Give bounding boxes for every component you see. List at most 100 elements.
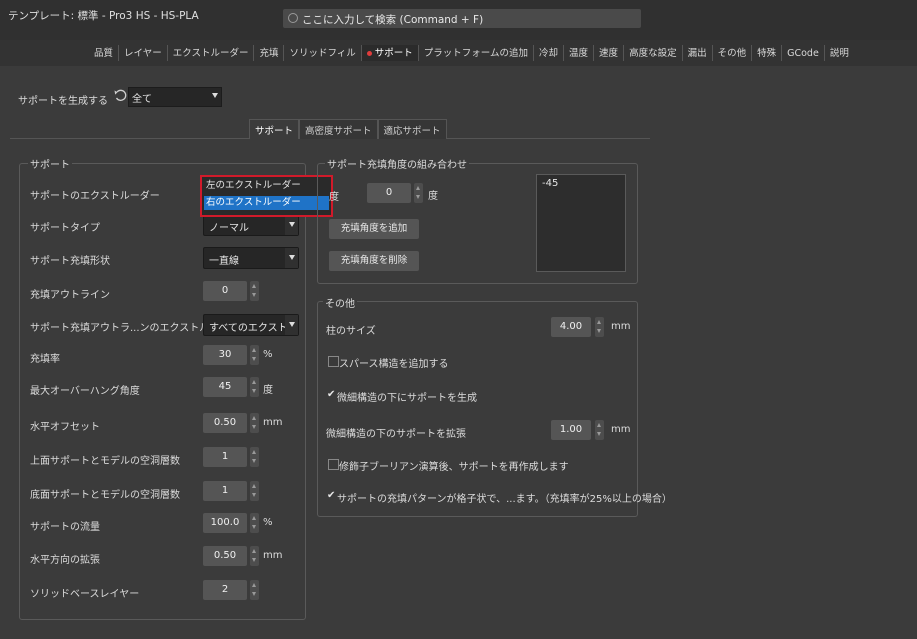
tab-5[interactable]: サポート bbox=[360, 45, 418, 61]
tab-10[interactable]: 高度な設定 bbox=[623, 45, 682, 61]
pillar-size-label: 柱のサイズ bbox=[326, 326, 376, 337]
dropdown-button[interactable] bbox=[285, 215, 298, 235]
tab-11[interactable]: 漏出 bbox=[681, 45, 712, 61]
stepper-icon[interactable] bbox=[250, 413, 259, 433]
angle-spin[interactable]: 0 度 bbox=[367, 183, 457, 203]
spin-value[interactable]: 100.0 bbox=[203, 513, 247, 533]
spin-value[interactable]: 2 bbox=[203, 580, 247, 600]
support-row-spin[interactable]: 1 bbox=[203, 481, 303, 501]
sparse-label: スパース構造を追加する bbox=[339, 359, 449, 370]
spin-value[interactable]: 1 bbox=[203, 481, 247, 501]
support-row-dropdown[interactable]: すべてのエクストルーダー bbox=[203, 314, 299, 336]
extend-value[interactable]: 1.00 bbox=[551, 420, 591, 440]
support-row-spin[interactable]: 0 bbox=[203, 281, 303, 301]
support-row-label: サポートの流量 bbox=[30, 522, 100, 533]
stepper-icon[interactable] bbox=[250, 546, 259, 566]
tab-12[interactable]: その他 bbox=[711, 45, 752, 61]
support-row-spin[interactable]: 45 度 bbox=[203, 377, 303, 397]
template-title: テンプレート: 標準 - Pro3 HS - HS-PLA bbox=[8, 10, 199, 22]
tab-label: 説明 bbox=[829, 48, 849, 59]
pillar-size-spin[interactable]: 4.00 mm bbox=[551, 317, 631, 337]
boolean-checkbox[interactable] bbox=[328, 459, 339, 470]
stepper-icon[interactable] bbox=[250, 481, 259, 501]
spin-value[interactable]: 30 bbox=[203, 345, 247, 365]
spin-unit: % bbox=[263, 517, 273, 528]
tab-15[interactable]: 説明 bbox=[823, 45, 854, 61]
sub-tabs: サポート 高密度サポート 適応サポート bbox=[249, 119, 447, 139]
pillar-size-value[interactable]: 4.00 bbox=[551, 317, 591, 337]
tab-14[interactable]: GCode bbox=[781, 45, 824, 61]
add-angle-button[interactable]: 充填角度を追加 bbox=[329, 219, 419, 239]
support-row-spin[interactable]: 30% bbox=[203, 345, 303, 365]
tab-1[interactable]: レイヤー bbox=[118, 45, 167, 61]
chevron-down-icon bbox=[289, 255, 295, 260]
extend-spin[interactable]: 1.00 mm bbox=[551, 420, 631, 440]
extruder-option[interactable]: 左のエクストルーダー bbox=[204, 179, 329, 193]
spin-value[interactable]: 0.50 bbox=[203, 413, 247, 433]
spin-value[interactable]: 0 bbox=[203, 281, 247, 301]
remove-angle-button[interactable]: 充填角度を削除 bbox=[329, 251, 419, 271]
support-group-title: サポート bbox=[28, 156, 72, 171]
spin-value[interactable]: 0.50 bbox=[203, 546, 247, 566]
grid-label: サポートの充填パターンが格子状で、...ます。（充填率が25%以上の場合） bbox=[337, 494, 672, 505]
stepper-icon[interactable] bbox=[250, 580, 259, 600]
angle-value[interactable]: 0 bbox=[367, 183, 411, 203]
main-tabs: 品質 レイヤー エクストルーダー 充填 ソリッドフィル サポート プラットフォームの追加 冷却… bbox=[89, 45, 854, 61]
dropdown-button[interactable] bbox=[285, 315, 298, 335]
sparse-checkbox[interactable] bbox=[328, 356, 339, 367]
tab-7[interactable]: 冷却 bbox=[533, 45, 563, 61]
generate-support-select[interactable]: 全て bbox=[128, 87, 222, 107]
tab-13[interactable]: 特殊 bbox=[751, 45, 781, 61]
spin-value[interactable]: 45 bbox=[203, 377, 247, 397]
stepper-icon[interactable] bbox=[250, 447, 259, 467]
generate-support-value: 全て bbox=[132, 94, 152, 105]
spin-value[interactable]: 1 bbox=[203, 447, 247, 467]
tab-6[interactable]: プラットフォームの追加 bbox=[417, 45, 533, 61]
subtab-0[interactable]: サポート bbox=[249, 119, 300, 139]
tab-label: 速度 bbox=[599, 48, 619, 59]
undo-icon[interactable] bbox=[113, 88, 127, 102]
tab-3[interactable]: 充填 bbox=[253, 45, 283, 61]
stepper-icon[interactable] bbox=[250, 281, 259, 301]
extruder-popup[interactable]: 左のエクストルーダー 右のエクストルーダー bbox=[200, 175, 333, 217]
support-row-spin[interactable]: 1 bbox=[203, 447, 303, 467]
dropdown-value: ノーマル bbox=[209, 223, 249, 234]
subtab-1[interactable]: 高密度サポート bbox=[299, 119, 378, 139]
support-row-label: ソリッドベースレイヤー bbox=[30, 589, 140, 600]
stepper-icon[interactable] bbox=[250, 513, 259, 533]
support-row-label: 上面サポートとモデルの空洞層数 bbox=[30, 456, 180, 467]
angle-stepper-icon[interactable] bbox=[414, 183, 423, 203]
search-field[interactable]: ここに入力して検索 (Command + F) bbox=[283, 9, 641, 28]
tab-0[interactable]: 品質 bbox=[89, 45, 118, 61]
support-row-label: サポート充填形状 bbox=[30, 256, 110, 267]
pillar-size-stepper-icon[interactable] bbox=[595, 317, 604, 337]
tab-8[interactable]: 温度 bbox=[563, 45, 593, 61]
extend-stepper-icon[interactable] bbox=[595, 420, 604, 440]
support-row-dropdown[interactable]: ノーマル bbox=[203, 214, 299, 236]
tab-2[interactable]: エクストルーダー bbox=[166, 45, 254, 61]
tab-label: 漏出 bbox=[687, 48, 707, 59]
tab-4[interactable]: ソリッドフィル bbox=[283, 45, 360, 61]
extruder-option[interactable]: 右のエクストルーダー bbox=[204, 196, 329, 210]
support-row-dropdown[interactable]: 一直線 bbox=[203, 247, 299, 269]
support-row-spin[interactable]: 100.0% bbox=[203, 513, 303, 533]
angle-unit: 度 bbox=[428, 191, 438, 202]
subtab-2[interactable]: 適応サポート bbox=[377, 119, 447, 139]
grid-checkbox[interactable]: ✔ bbox=[327, 490, 335, 501]
tab-label: その他 bbox=[717, 48, 747, 59]
fine-checkbox[interactable]: ✔ bbox=[327, 389, 335, 400]
support-row-label: 充填率 bbox=[30, 354, 60, 365]
tab-label: サポート bbox=[374, 48, 413, 59]
tab-label: 高度な設定 bbox=[629, 48, 677, 59]
support-row-spin[interactable]: 0.50 mm bbox=[203, 413, 303, 433]
tab-9[interactable]: 速度 bbox=[593, 45, 623, 61]
stepper-icon[interactable] bbox=[250, 345, 259, 365]
support-row-spin[interactable]: 0.50 mm bbox=[203, 546, 303, 566]
angle-list[interactable]: -45 bbox=[536, 174, 626, 272]
fine-label: 微細構造の下にサポートを生成 bbox=[337, 393, 477, 404]
chevron-down-icon bbox=[289, 322, 295, 327]
dropdown-button[interactable] bbox=[285, 248, 298, 268]
stepper-icon[interactable] bbox=[250, 377, 259, 397]
angle-list-item[interactable]: -45 bbox=[542, 178, 558, 189]
support-row-spin[interactable]: 2 bbox=[203, 580, 303, 600]
